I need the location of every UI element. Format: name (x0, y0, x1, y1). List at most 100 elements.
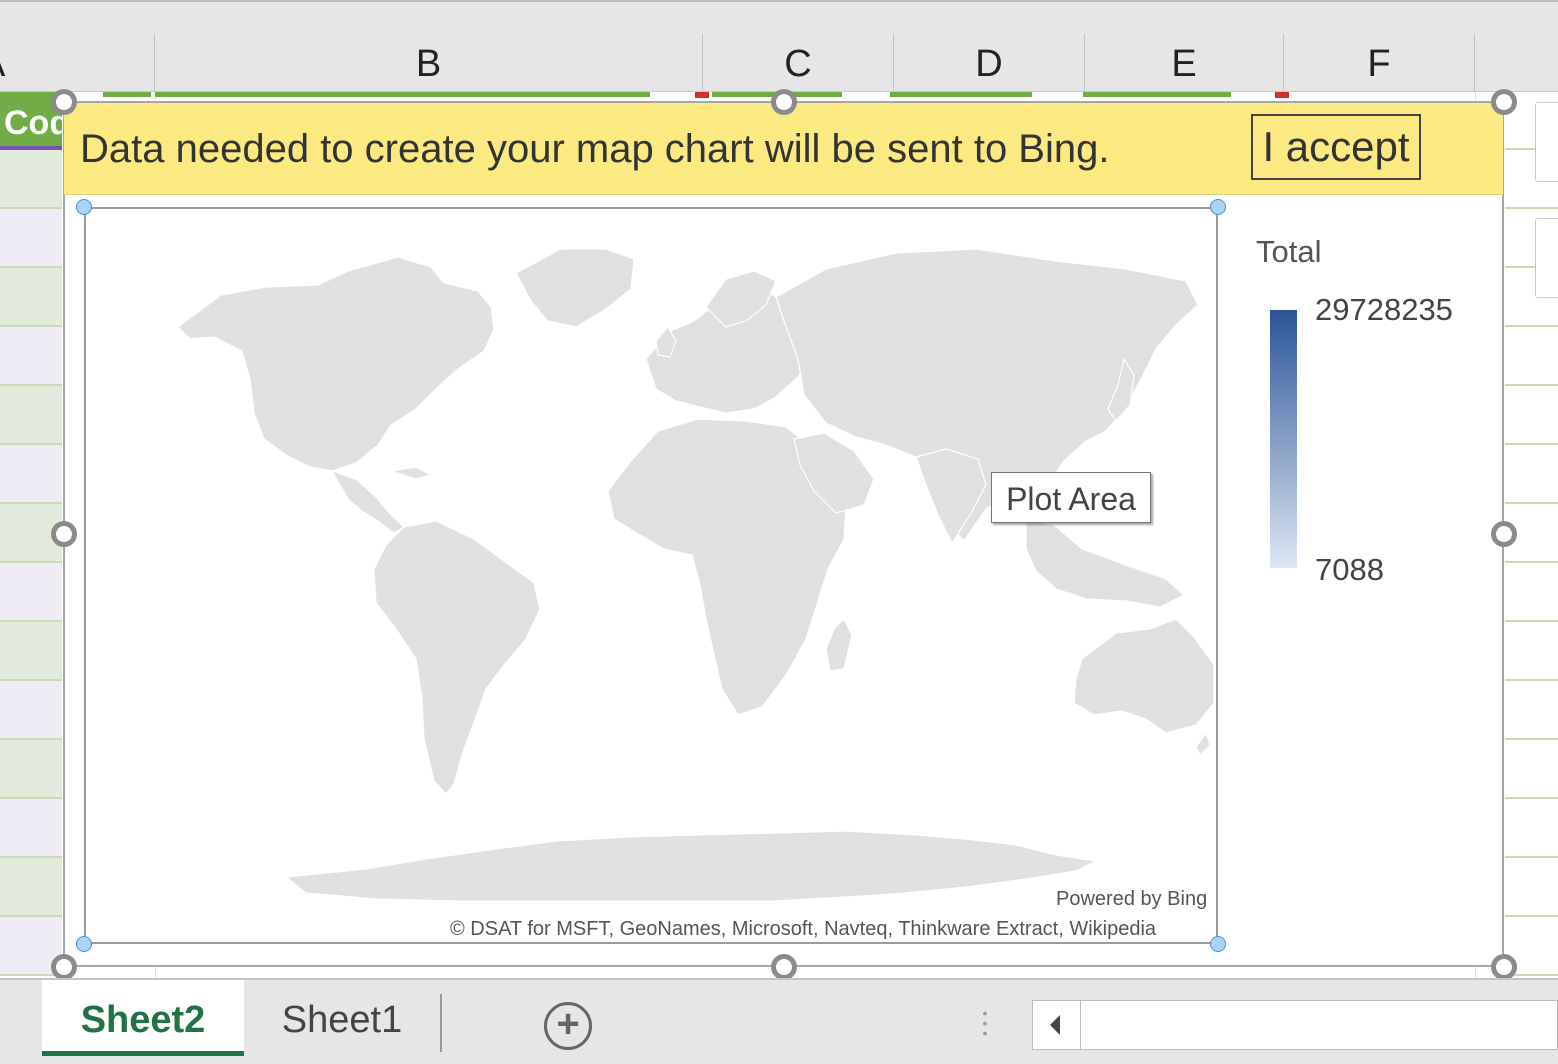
tab-divider (440, 994, 442, 1052)
resize-handle-top[interactable] (771, 89, 797, 115)
powered-by-bing: Powered by Bing (1056, 888, 1208, 910)
cell[interactable] (0, 209, 62, 266)
grid-line (1505, 738, 1558, 740)
grid-line (1505, 561, 1558, 563)
column-label: E (1171, 43, 1197, 85)
scroll-left-icon[interactable] (1033, 1001, 1081, 1049)
column-header-e[interactable]: E (1085, 34, 1284, 92)
resize-handle-bottom[interactable] (771, 954, 797, 980)
grid-line (1505, 915, 1558, 917)
resize-handle-left[interactable] (51, 521, 77, 547)
column-header-c[interactable]: C (703, 34, 894, 92)
grid-line (1505, 443, 1558, 445)
legend-max-value: 29728235 (1315, 292, 1453, 327)
grid-line (0, 679, 62, 681)
consent-message: Data needed to create your map chart wil… (80, 127, 1110, 171)
cell[interactable] (0, 622, 62, 679)
grid-line (0, 797, 62, 799)
map-region-caribbean (390, 466, 433, 480)
grid-line (1505, 502, 1558, 504)
cell[interactable] (0, 681, 62, 738)
plot-handle-bottom-left[interactable] (76, 936, 92, 952)
map-copyright: © DSAT for MSFT, GeoNames, Microsoft, Na… (450, 918, 1157, 940)
grid-line (0, 561, 62, 563)
column-label: A (0, 43, 5, 85)
legend-title: Total (1256, 234, 1322, 269)
plot-area-tooltip: Plot Area (991, 472, 1151, 523)
grid-line (0, 738, 62, 740)
grid-line (0, 620, 62, 622)
grid-line (1505, 384, 1558, 386)
header-row-accent (103, 92, 151, 97)
tab-sheet1[interactable]: Sheet1 (244, 980, 440, 1056)
cell[interactable] (0, 858, 62, 915)
grid-line (1505, 856, 1558, 858)
map-region-antarctica (284, 830, 1098, 902)
header-cell-underline (0, 146, 62, 150)
resize-handle-right[interactable] (1491, 521, 1517, 547)
ribbon-edge (0, 0, 1558, 34)
resize-handle-bottom-left[interactable] (51, 954, 77, 980)
grid-line (0, 325, 62, 327)
tab-sheet2[interactable]: Sheet2 (42, 980, 244, 1056)
grid-line (1505, 797, 1558, 799)
horizontal-scrollbar[interactable] (1032, 1000, 1558, 1050)
map-region-australia (1073, 618, 1215, 734)
map-region-madagascar (825, 617, 853, 672)
cell[interactable] (0, 799, 62, 856)
cell[interactable] (0, 327, 62, 384)
grid-line (1505, 620, 1558, 622)
grid-line (0, 915, 62, 917)
cell[interactable] (0, 563, 62, 620)
grid-line (0, 856, 62, 858)
grid-line (0, 443, 62, 445)
resize-handle-top-right[interactable] (1491, 89, 1517, 115)
sheet-tab-bar: Sheet2 Sheet1 + • • • (0, 978, 1558, 1064)
column-header-a[interactable]: A (0, 34, 155, 92)
add-sheet-button[interactable]: + (544, 1002, 592, 1050)
grid-line (0, 207, 62, 209)
map-region-new-zealand (1195, 731, 1211, 757)
column-label: D (975, 43, 1003, 85)
cell[interactable] (0, 445, 62, 502)
bing-consent-banner: Data needed to create your map chart wil… (64, 103, 1503, 195)
error-marker (695, 92, 709, 98)
header-row-accent (155, 92, 650, 97)
accept-button[interactable]: I accept (1251, 114, 1421, 180)
column-label: B (415, 43, 442, 85)
legend-min-value: 7088 (1315, 552, 1384, 587)
resize-handle-bottom-right[interactable] (1491, 954, 1517, 980)
error-marker (1275, 92, 1289, 98)
column-header-row: A B C D E F (0, 34, 1558, 92)
grid-line (0, 266, 62, 268)
grid-line (1505, 679, 1558, 681)
column-header-b[interactable]: B (155, 34, 703, 92)
cell[interactable] (0, 150, 62, 207)
chart-styles-button[interactable] (1535, 218, 1558, 298)
column-label: C (784, 43, 812, 85)
grid-line (0, 502, 62, 504)
plot-area[interactable] (84, 207, 1218, 944)
legend-color-scale (1270, 310, 1297, 568)
column-header-d[interactable]: D (894, 34, 1085, 92)
map-region-south-america (373, 520, 541, 795)
map-region-central-america (330, 469, 405, 534)
column-header-f[interactable]: F (1284, 34, 1475, 92)
plot-handle-top-right[interactable] (1210, 199, 1226, 215)
splitter-handle[interactable]: • • • (981, 1006, 989, 1048)
world-map (177, 248, 1215, 902)
map-region-greenland (515, 248, 635, 328)
cell[interactable] (0, 740, 62, 797)
plot-handle-bottom-right[interactable] (1210, 936, 1226, 952)
column-label: F (1367, 43, 1391, 85)
resize-handle-top-left[interactable] (51, 89, 77, 115)
header-row-accent (890, 92, 1032, 97)
cell[interactable] (0, 386, 62, 443)
map-region-india (915, 448, 987, 545)
cell[interactable] (0, 268, 62, 325)
grid-line (1505, 325, 1558, 327)
grid-line (1505, 207, 1558, 209)
chart-elements-button[interactable] (1535, 102, 1558, 182)
grid-line (0, 384, 62, 386)
plot-handle-top-left[interactable] (76, 199, 92, 215)
